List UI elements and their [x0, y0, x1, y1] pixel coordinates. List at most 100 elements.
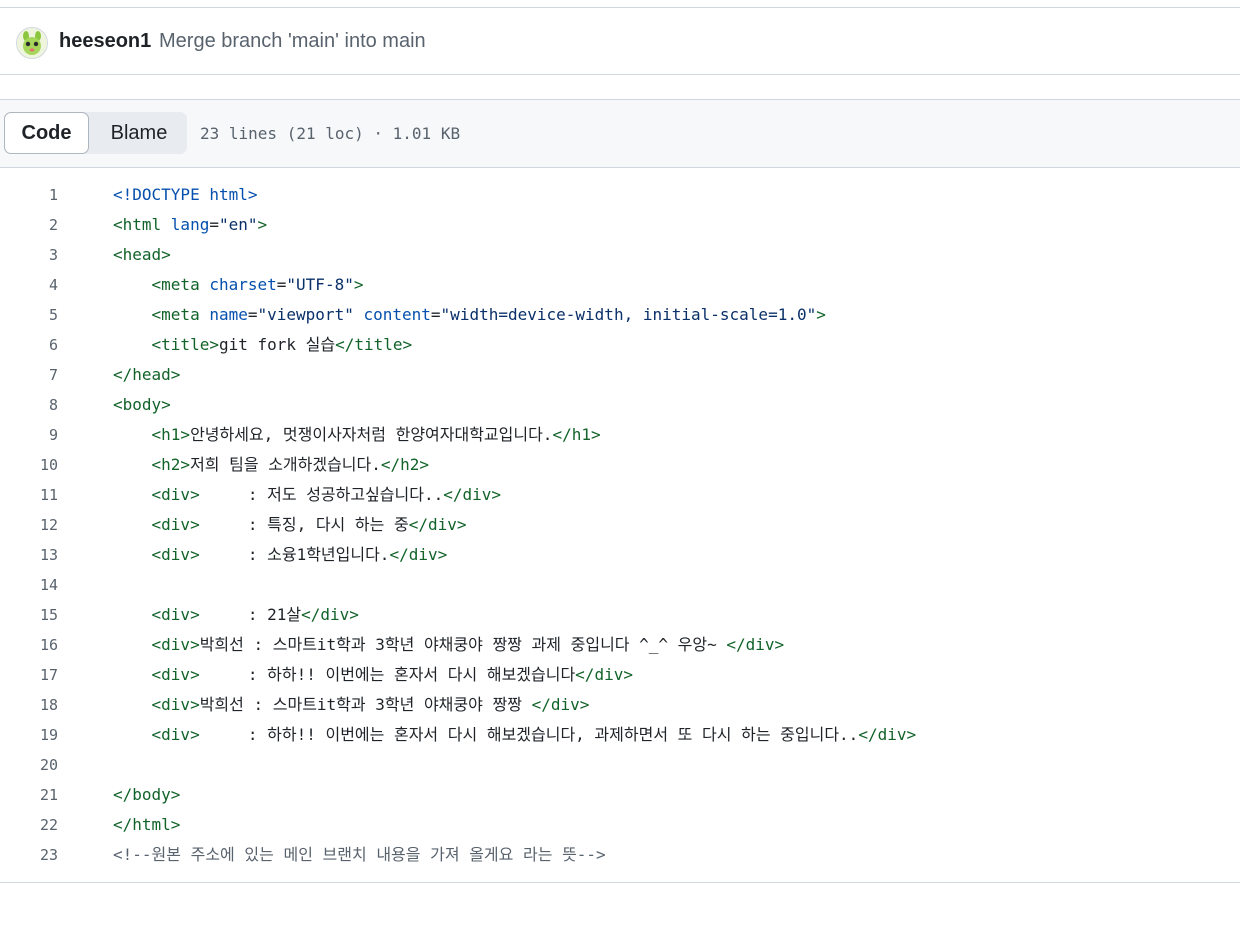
line-number[interactable]: 17 [0, 660, 58, 690]
code-token: > [353, 275, 364, 294]
line-number[interactable]: 14 [0, 570, 58, 600]
code-line[interactable]: 10 <h2>저희 팀을 소개하겠습니다.</h2> [0, 450, 1240, 480]
line-number[interactable]: 3 [0, 240, 58, 270]
code-text: <body> [113, 390, 171, 420]
code-text: <h2>저희 팀을 소개하겠습니다.</h2> [113, 450, 430, 480]
code-token: > [257, 215, 268, 234]
code-token: = [247, 305, 258, 324]
code-token: : 하하!! 이번에는 혼자서 다시 해보겠습니다 [199, 665, 576, 684]
line-number[interactable]: 4 [0, 270, 58, 300]
code-text: </html> [113, 810, 180, 840]
code-line[interactable]: 15 <div> : 21살</div> [0, 600, 1240, 630]
code-line[interactable]: 19 <div> : 하하!! 이번에는 혼자서 다시 해보겠습니다, 과제하면… [0, 720, 1240, 750]
code-token: : 소융1학년입니다. [199, 545, 390, 564]
code-line[interactable]: 3 <head> [0, 240, 1240, 270]
code-line[interactable]: 20 [0, 750, 1240, 780]
line-number[interactable]: 11 [0, 480, 58, 510]
line-number[interactable]: 5 [0, 300, 58, 330]
code-token: 저희 팀을 소개하겠습니다. [190, 455, 381, 474]
code-line[interactable]: 22 </html> [0, 810, 1240, 840]
line-number[interactable]: 6 [0, 330, 58, 360]
code-line[interactable]: 18 <div>박희선 : 스마트it학과 3학년 야채쿵야 짱짱 </div> [0, 690, 1240, 720]
blame-tab[interactable]: Blame [91, 112, 187, 154]
view-segmented-control: Code Blame [4, 112, 187, 154]
code-line[interactable]: 7 </head> [0, 360, 1240, 390]
code-token: <div> [151, 515, 200, 534]
line-number[interactable]: 20 [0, 750, 58, 780]
code-token: <meta [151, 275, 210, 294]
line-number[interactable]: 2 [0, 210, 58, 240]
line-number[interactable]: 9 [0, 420, 58, 450]
code-token: = [209, 215, 219, 234]
line-number[interactable]: 13 [0, 540, 58, 570]
code-token: </h2> [380, 455, 430, 474]
code-token: "UTF-8" [286, 275, 354, 294]
line-number[interactable]: 12 [0, 510, 58, 540]
code-line[interactable]: 5 <meta name="viewport" content="width=d… [0, 300, 1240, 330]
code-token: </div> [389, 545, 448, 564]
code-token: <!--원본 주소에 있는 메인 브랜치 내용을 가져 올게요 라는 뜻--> [113, 845, 606, 864]
line-number[interactable]: 1 [0, 180, 58, 210]
code-token: </div> [301, 605, 359, 624]
code-token: </div> [531, 695, 590, 714]
code-token: </body> [113, 785, 181, 804]
code-line[interactable]: 6 <title>git fork 실습</title> [0, 330, 1240, 360]
line-number[interactable]: 21 [0, 780, 58, 810]
code-view[interactable]: 1 <!DOCTYPE html> 2 <html lang="en"> 3 <head>… [0, 167, 1240, 882]
code-token: </div> [408, 515, 467, 534]
code-line[interactable]: 11 <div> : 저도 성공하고싶습니다..</div> [0, 480, 1240, 510]
code-token: </div> [575, 665, 633, 684]
code-token: = [430, 305, 441, 324]
code-token: </head> [113, 365, 181, 384]
code-line[interactable]: 14 [0, 570, 1240, 600]
code-line[interactable]: 17 <div> : 하하!! 이번에는 혼자서 다시 해보겠습니다</div> [0, 660, 1240, 690]
code-token: </div> [858, 725, 917, 744]
line-number[interactable]: 8 [0, 390, 58, 420]
code-tab[interactable]: Code [4, 112, 89, 154]
line-number[interactable]: 16 [0, 630, 58, 660]
code-line[interactable]: 2 <html lang="en"> [0, 210, 1240, 240]
author-avatar[interactable] [16, 27, 48, 59]
line-number[interactable]: 18 [0, 690, 58, 720]
code-line[interactable]: 21 </body> [0, 780, 1240, 810]
code-token: content [363, 305, 431, 324]
code-token: <div> [151, 635, 200, 654]
code-line[interactable]: 9 <h1>안녕하세요, 멋쟁이사자처럼 한양여자대학교입니다.</h1> [0, 420, 1240, 450]
code-token: <div> [151, 725, 200, 744]
line-number[interactable]: 15 [0, 600, 58, 630]
file-header: Code Blame 23 lines (21 loc) · 1.01 KB [0, 99, 1240, 168]
code-token: </html> [113, 815, 181, 834]
code-token: : 하하!! 이번에는 혼자서 다시 해보겠습니다, 과제하면서 또 다시 하는… [199, 725, 859, 744]
code-text: <meta charset="UTF-8"> [113, 270, 364, 300]
line-number[interactable]: 19 [0, 720, 58, 750]
line-number[interactable]: 7 [0, 360, 58, 390]
code-token: : 특징, 다시 하는 중 [199, 515, 409, 534]
code-token: 안녕하세요, 멋쟁이사자처럼 한양여자대학교입니다. [190, 425, 553, 444]
line-number[interactable]: 10 [0, 450, 58, 480]
code-line[interactable]: 1 <!DOCTYPE html> [0, 180, 1240, 210]
code-token: </div> [726, 635, 785, 654]
code-token: "width=device-width, initial-scale=1.0" [440, 305, 817, 324]
code-text: <div> : 21살</div> [113, 600, 359, 630]
code-line[interactable]: 13 <div> : 소융1학년입니다.</div> [0, 540, 1240, 570]
code-token: : 저도 성공하고싶습니다.. [199, 485, 444, 504]
code-token: 박희선 : 스마트it학과 3학년 야채쿵야 짱짱 [199, 695, 532, 714]
code-line[interactable]: 16 <div>박희선 : 스마트it학과 3학년 야채쿵야 짱짱 과제 중입니… [0, 630, 1240, 660]
line-number[interactable]: 22 [0, 810, 58, 840]
code-line[interactable]: 12 <div> : 특징, 다시 하는 중</div> [0, 510, 1240, 540]
code-text: <!--원본 주소에 있는 메인 브랜치 내용을 가져 올게요 라는 뜻--> [113, 840, 606, 870]
code-line[interactable]: 23 <!--원본 주소에 있는 메인 브랜치 내용을 가져 올게요 라는 뜻--… [0, 840, 1240, 870]
code-line[interactable]: 4 <meta charset="UTF-8"> [0, 270, 1240, 300]
code-token: <div> [151, 665, 200, 684]
commit-author[interactable]: heeseon1 [59, 30, 151, 53]
line-number[interactable]: 23 [0, 840, 58, 870]
commit-message[interactable]: Merge branch 'main' into main [159, 30, 426, 53]
avatar-image [17, 28, 47, 58]
code-line[interactable]: 8 <body> [0, 390, 1240, 420]
